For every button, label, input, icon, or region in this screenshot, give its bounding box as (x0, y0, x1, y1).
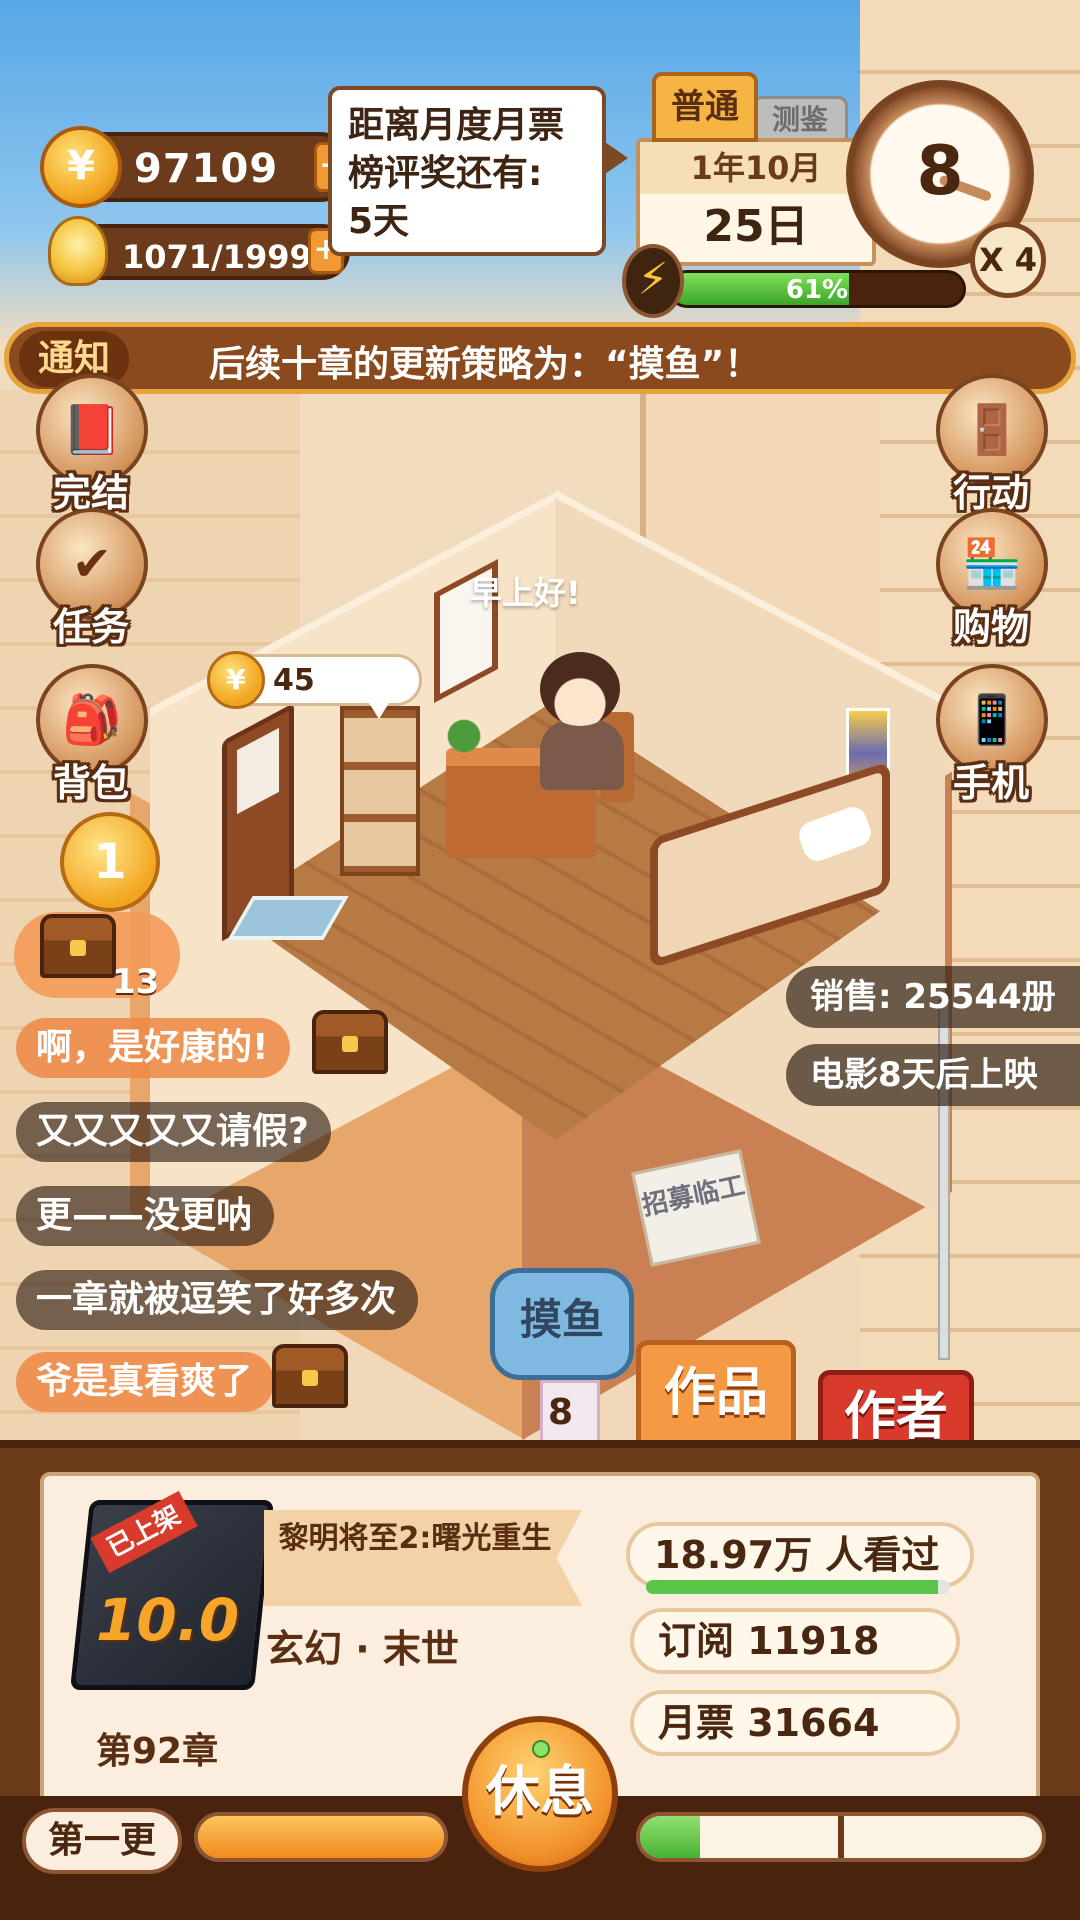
greeting-text: 早上好! (470, 574, 581, 612)
rest-indicator-dot (532, 1740, 550, 1758)
book-title: 黎明将至2:曙光重生 (264, 1510, 582, 1606)
notice-text: 后续十章的更新策略为：“摸鱼”！ (209, 344, 761, 385)
tasks-button[interactable]: ✔ 任务 (16, 508, 166, 649)
tasks-label: 任务 (52, 605, 129, 649)
calendar: 1年10月 25日 (636, 138, 876, 266)
backpack-label: 背包 (52, 761, 129, 805)
views-stat: 18.97万 人看过 (626, 1522, 974, 1588)
chapter-progress-bar (636, 1812, 1046, 1862)
views-progress-fill (646, 1580, 938, 1594)
slack-count: 8 (548, 1392, 574, 1433)
energy-bar: 61% (668, 270, 966, 308)
reader-comment: 爷是真看爽了 (16, 1352, 275, 1412)
calendar-month: 1年10月 (640, 142, 872, 194)
backpack-button[interactable]: 🎒 背包 (16, 664, 166, 805)
lightbulb-icon (48, 216, 108, 286)
medal-icon: 1 (60, 812, 160, 912)
slack-off-button[interactable]: 摸鱼 (490, 1268, 634, 1380)
clock-hour: 8 (916, 132, 964, 211)
finish-button[interactable]: 📕 完结 (16, 374, 166, 515)
works-button[interactable]: 作品 (636, 1340, 796, 1450)
sales-info: 销售: 25544册 (786, 966, 1080, 1028)
treasure-chest-icon[interactable] (40, 914, 116, 978)
shop-button[interactable]: 🏪 购物 (916, 508, 1066, 649)
inspiration-value: 1071/1999 (122, 238, 312, 276)
reader-comment: 一章就被逗笑了好多次 (16, 1270, 419, 1330)
tooltip-line: 5天 (348, 201, 410, 242)
book-genre: 玄幻 · 末世 (266, 1627, 459, 1671)
movie-info: 电影8天后上映 (786, 1044, 1080, 1106)
reader-comment: 更——没更呐 (16, 1186, 275, 1246)
coin-value: 97109 (134, 146, 279, 192)
coin-icon: ¥ (207, 651, 265, 709)
monthly-vote-tooltip: 距离月度月票 榜评奖还有: 5天 (328, 86, 628, 256)
calendar-day: 25日 (703, 201, 809, 252)
monthly-votes-stat: 月票 31664 (630, 1690, 960, 1756)
potted-plant (444, 716, 484, 756)
tab-hardcore[interactable]: 测鉴 (752, 96, 848, 142)
tooltip-line: 榜评奖还有: (348, 153, 543, 194)
bookshelf (340, 706, 420, 876)
tooltip-line: 距离月度月票 (348, 105, 565, 146)
phone-button[interactable]: 📱 手机 (916, 664, 1066, 805)
energy-percent: 61% (785, 275, 849, 305)
reader-comment: 又又又又又请假? (16, 1102, 331, 1162)
views-progress-bar (646, 1580, 950, 1594)
book-chapter: 第92章 (96, 1731, 219, 1772)
chapter-progress-fill (640, 1816, 701, 1858)
writing-progress-bar (194, 1812, 448, 1862)
update-mode-button[interactable]: 第一更 (22, 1808, 182, 1874)
treasure-chest-icon[interactable] (272, 1344, 348, 1408)
shop-label: 购物 (952, 605, 1029, 649)
recruit-sign-text: 招募临工 (639, 1170, 748, 1222)
speed-multiplier-button[interactable]: X 4 (970, 222, 1046, 298)
action-button[interactable]: 🚪 行动 (916, 374, 1066, 515)
phone-label: 手机 (952, 761, 1029, 805)
tab-normal[interactable]: 普通 (652, 72, 758, 142)
treasure-chest-icon[interactable] (312, 1010, 388, 1074)
writing-progress-fill (198, 1816, 444, 1858)
coin-icon: ¥ (40, 126, 122, 208)
progress-marker (838, 1816, 844, 1858)
writer-character-body[interactable] (540, 720, 624, 790)
chest-count: 13 (112, 962, 160, 1002)
coin-reward-value: 45 (273, 663, 315, 698)
subscriptions-stat: 订阅 11918 (630, 1608, 960, 1674)
book-score: 10.0 (96, 1586, 240, 1654)
writer-character-head[interactable] (540, 652, 620, 726)
reader-comment: 啊，是好康的! (16, 1018, 291, 1078)
energy-bolt-icon[interactable]: ⚡ (622, 244, 684, 318)
coin-reward-bubble[interactable]: ¥ 45 (207, 651, 422, 719)
